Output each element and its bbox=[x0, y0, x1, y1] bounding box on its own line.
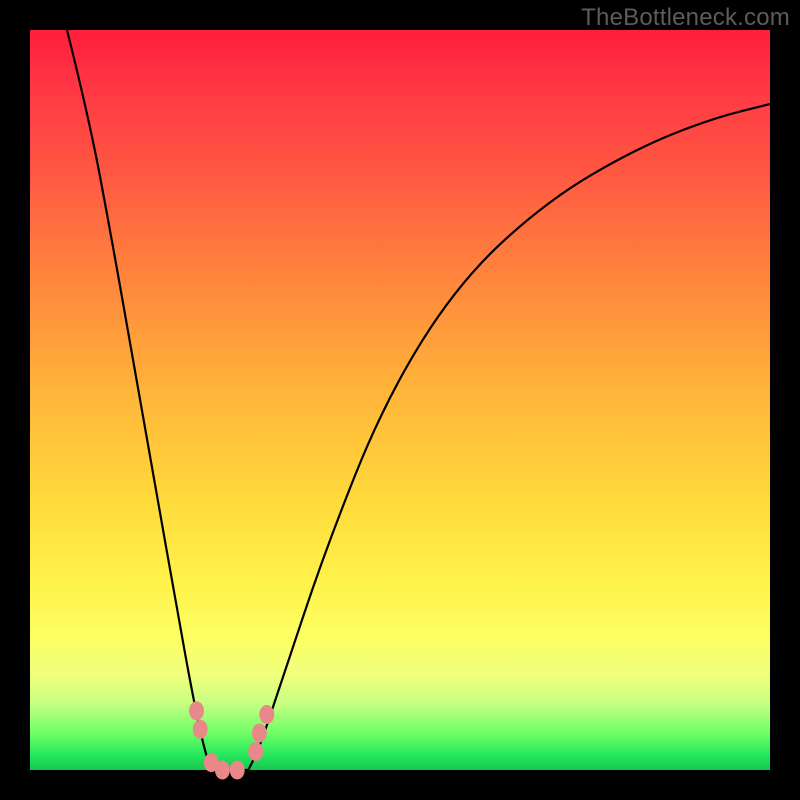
curve-marker bbox=[189, 701, 204, 720]
curve-marker bbox=[230, 761, 245, 780]
curve-marker bbox=[248, 742, 263, 761]
curve-marker bbox=[252, 724, 267, 743]
bottleneck-curve bbox=[67, 30, 770, 770]
curve-marker bbox=[193, 720, 208, 739]
curve-marker bbox=[215, 761, 230, 780]
chart-frame: TheBottleneck.com bbox=[0, 0, 800, 800]
watermark-text: TheBottleneck.com bbox=[581, 4, 790, 32]
chart-overlay bbox=[30, 30, 770, 770]
curve-marker bbox=[259, 705, 274, 724]
